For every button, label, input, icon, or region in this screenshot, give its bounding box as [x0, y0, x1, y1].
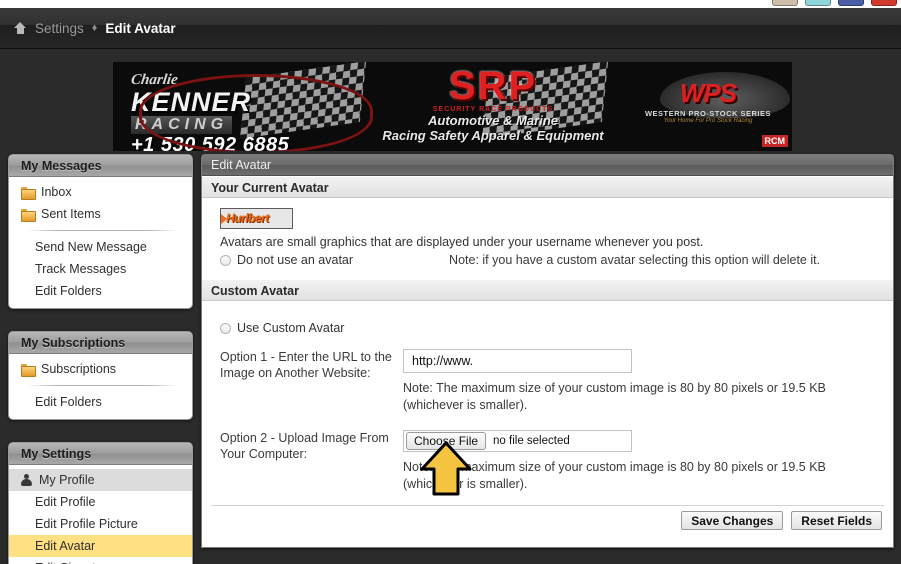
- option2-row: Option 2 - Upload Image From Your Comput…: [220, 414, 893, 493]
- radio-do-not-use-avatar[interactable]: [220, 254, 231, 266]
- sidebar-box-title: My Messages: [9, 155, 192, 177]
- use-custom-avatar-row[interactable]: Use Custom Avatar: [220, 321, 893, 335]
- sidebar-item-inbox[interactable]: Inbox: [9, 181, 192, 203]
- section-body-custom-avatar: Use Custom Avatar Option 1 - Enter the U…: [202, 301, 893, 547]
- sidebar-item-label: Edit Profile: [35, 495, 96, 509]
- avatar-file-input[interactable]: Choose File no file selected: [403, 430, 632, 452]
- banner-corner-badge: RCM: [761, 135, 788, 147]
- chrome-button-2[interactable]: [805, 0, 831, 6]
- home-icon[interactable]: [14, 22, 27, 34]
- breadcrumb: Settings ♦ Edit Avatar: [0, 8, 901, 49]
- banner-kenner-script: Charlie: [129, 72, 179, 88]
- sidebar-item-edit-folders[interactable]: Edit Folders: [9, 280, 192, 302]
- sidebar-item-label: Sent Items: [41, 207, 101, 221]
- banner-kenner-logo: Charlie KENNER RACING +1 530 592 6885: [129, 72, 381, 151]
- avatar-logo-text: Hurlbert: [226, 211, 269, 225]
- sidebar-box-my-subscriptions: My Subscriptions Subscriptions Edit Fold…: [8, 331, 193, 420]
- option1-row: Option 1 - Enter the URL to the Image on…: [220, 335, 893, 414]
- sidebar-item-label: Track Messages: [35, 262, 127, 276]
- banner-wps-sub: WESTERN PRO-STOCK SERIES: [644, 109, 772, 118]
- option1-label: Option 1 - Enter the URL to the Image on…: [220, 350, 392, 380]
- section-body-current-avatar: Hurlbert Avatars are small graphics that…: [202, 198, 893, 279]
- sidebar-item-label: Edit Avatar: [35, 539, 96, 553]
- current-avatar-description: Avatars are small graphics that are disp…: [220, 235, 704, 249]
- sidebar-item-edit-profile-picture[interactable]: Edit Profile Picture: [9, 513, 192, 535]
- sidebar-item-edit-avatar[interactable]: Edit Avatar: [9, 535, 192, 557]
- banner-srp-logo: SRP SECURITY RACE PRODUCTS Automotive & …: [368, 66, 618, 151]
- sidebar-item-label: Send New Message: [35, 240, 147, 254]
- radio-use-custom-avatar[interactable]: [220, 322, 231, 334]
- sidebar-item-sent-items[interactable]: Sent Items: [9, 203, 192, 225]
- banner-wps-logo: WPS WESTERN PRO-STOCK SERIES Your Home F…: [633, 78, 783, 124]
- sidebar-item-label: Edit Profile Picture: [35, 517, 138, 531]
- avatar-url-input[interactable]: [403, 349, 632, 373]
- sidebar-box-title: My Subscriptions: [9, 332, 192, 354]
- sidebar-item-subscription-edit-folders[interactable]: Edit Folders: [9, 391, 192, 413]
- sidebar-item-label: Subscriptions: [41, 362, 117, 376]
- chrome-button-4[interactable]: [871, 0, 897, 6]
- chrome-button-1[interactable]: [772, 0, 798, 6]
- do-not-use-avatar-row[interactable]: Do not use an avatar Note: if you have a…: [220, 253, 893, 267]
- sidebar-item-edit-profile[interactable]: Edit Profile: [9, 491, 192, 513]
- breadcrumb-separator-icon: ♦: [91, 21, 98, 34]
- save-changes-button[interactable]: Save Changes: [681, 511, 784, 530]
- banner-wps-sub2: Your Home For Pro Stock Racing: [663, 118, 753, 124]
- section-header-custom-avatar: Custom Avatar: [202, 279, 893, 301]
- option1-note: Note: The maximum size of your custom im…: [403, 381, 826, 412]
- panel-title: Edit Avatar: [202, 155, 893, 176]
- breadcrumb-current: Edit Avatar: [105, 20, 176, 36]
- banner-wps-title: WPS: [679, 78, 737, 108]
- sidebar-item-label: Inbox: [41, 185, 72, 199]
- sidebar-item-label: Edit Folders: [35, 284, 102, 298]
- sidebar-item-my-profile[interactable]: My Profile: [9, 469, 192, 491]
- sidebar-box-title: My Settings: [9, 443, 192, 465]
- selected-file-name: no file selected: [493, 435, 570, 447]
- sidebar-item-label: Edit Signature: [35, 557, 114, 564]
- current-avatar-image[interactable]: Hurlbert: [220, 208, 293, 229]
- chrome-button-3[interactable]: [838, 0, 864, 6]
- banner-srp-title: SRP: [448, 64, 538, 108]
- option2-note: Note: The maximum size of your custom im…: [403, 460, 826, 491]
- main-panel: Edit Avatar Your Current Avatar Hurlbert…: [201, 154, 894, 548]
- person-icon: [21, 474, 32, 486]
- sidebar-item-label: My Profile: [39, 473, 95, 487]
- radio-label-do-not-use-avatar: Do not use an avatar: [237, 253, 354, 267]
- sidebar-item-label: Edit Folders: [35, 395, 102, 409]
- sidebar-box-my-messages: My Messages Inbox Sent Items Send New Me…: [8, 154, 193, 309]
- sidebar-box-my-settings: My Settings My Profile Edit Profile Edit…: [8, 442, 193, 564]
- radio-label-use-custom-avatar: Use Custom Avatar: [237, 321, 345, 335]
- section-header-current-avatar: Your Current Avatar: [202, 176, 893, 198]
- banner-srp-sub: SECURITY RACE PRODUCTS: [432, 106, 554, 113]
- do-not-use-avatar-note: Note: if you have a custom avatar select…: [449, 253, 821, 267]
- option2-label: Option 2 - Upload Image From Your Comput…: [220, 431, 389, 461]
- folder-icon: [21, 208, 36, 222]
- sidebar-item-send-new-message[interactable]: Send New Message: [9, 236, 192, 258]
- site-banner[interactable]: Charlie KENNER RACING +1 530 592 6885 SR…: [113, 62, 792, 151]
- folder-icon: [21, 363, 36, 377]
- browser-chrome-strip: [0, 0, 901, 8]
- sidebar-divider: [27, 385, 178, 386]
- breadcrumb-parent[interactable]: Settings: [35, 21, 84, 36]
- panel-footer: Save Changes Reset Fields: [202, 506, 893, 535]
- sidebar: My Messages Inbox Sent Items Send New Me…: [8, 154, 193, 564]
- sidebar-item-subscriptions[interactable]: Subscriptions: [9, 358, 192, 380]
- reset-fields-button[interactable]: Reset Fields: [791, 511, 882, 530]
- sidebar-item-track-messages[interactable]: Track Messages: [9, 258, 192, 280]
- sidebar-item-edit-signature[interactable]: Edit Signature: [9, 557, 192, 564]
- banner-tagline-2: Racing Safety Apparel & Equipment: [382, 128, 604, 143]
- sidebar-divider: [27, 230, 178, 231]
- folder-icon: [21, 186, 36, 200]
- choose-file-button[interactable]: Choose File: [406, 432, 487, 450]
- banner-tagline-1: Automotive & Marine: [427, 113, 558, 128]
